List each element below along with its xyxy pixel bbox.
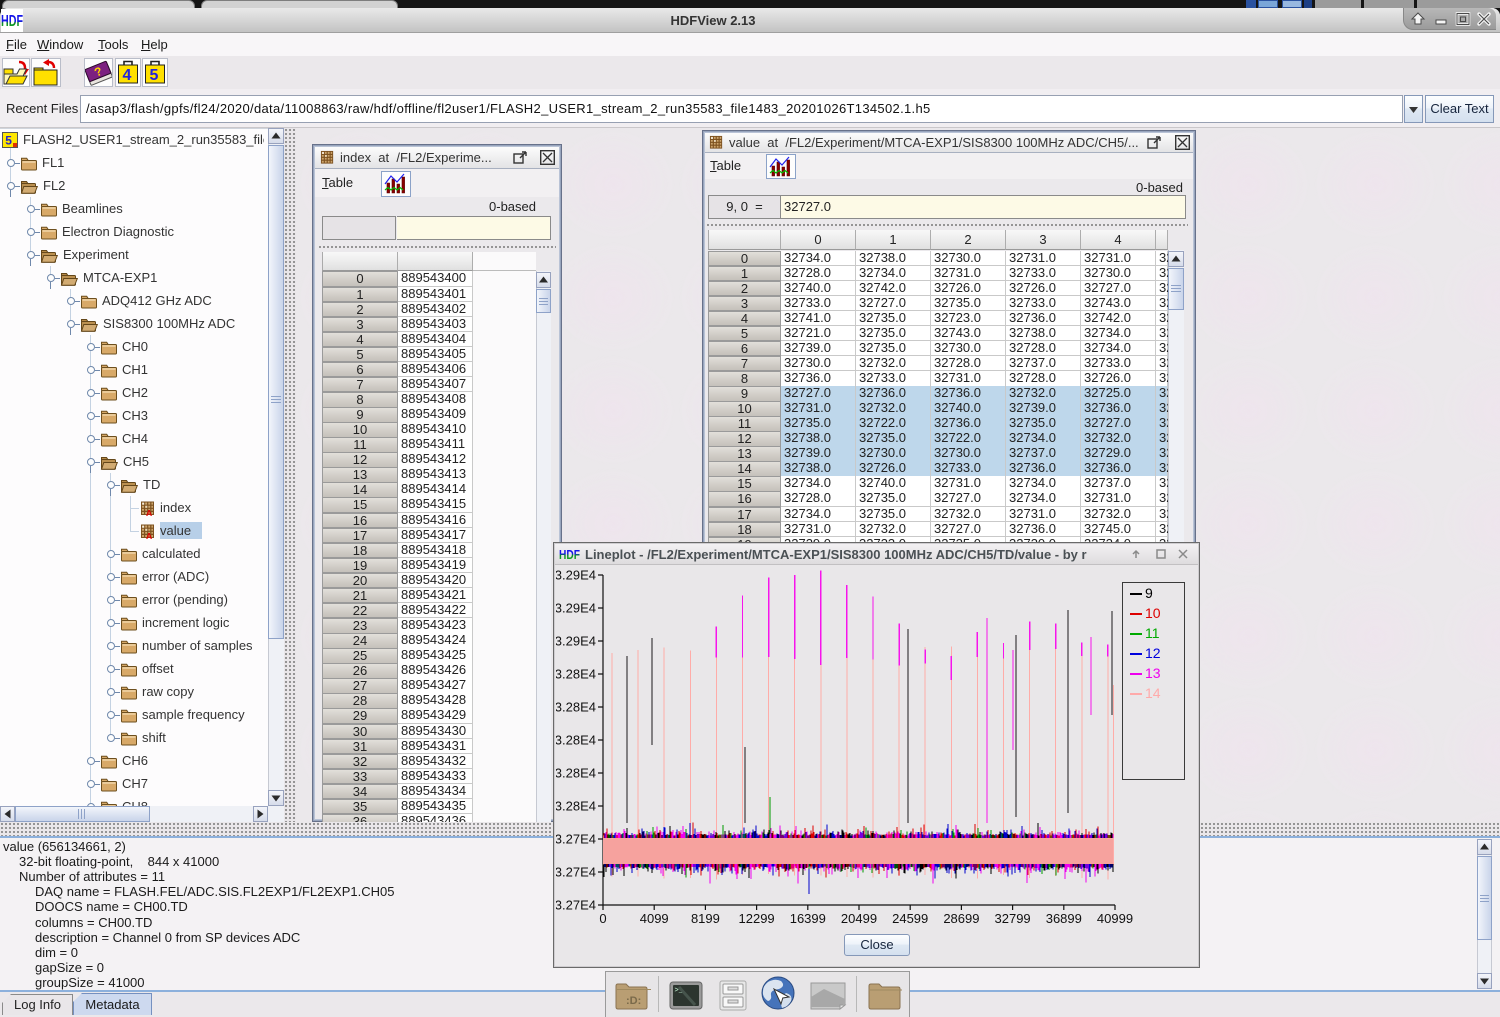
- svg-text:20499: 20499: [841, 911, 877, 926]
- svg-text:HDF: HDF: [559, 547, 580, 562]
- svg-text:3.28E4: 3.28E4: [556, 667, 596, 682]
- svg-text:3.29E4: 3.29E4: [556, 568, 596, 583]
- svg-text:3.27E4: 3.27E4: [556, 898, 596, 913]
- svg-text:3.29E4: 3.29E4: [556, 634, 596, 649]
- svg-text:16399: 16399: [790, 911, 826, 926]
- svg-text:3.29E4: 3.29E4: [556, 601, 596, 616]
- svg-text:3.28E4: 3.28E4: [556, 799, 596, 814]
- svg-text:3.28E4: 3.28E4: [556, 766, 596, 781]
- svg-text:4: 4: [123, 67, 132, 84]
- svg-text:A: A: [146, 531, 152, 539]
- svg-text:3.28E4: 3.28E4: [556, 733, 596, 748]
- svg-text:3.27E4: 3.27E4: [556, 865, 596, 880]
- svg-text:0: 0: [599, 911, 606, 926]
- svg-text:3.28E4: 3.28E4: [556, 700, 596, 715]
- svg-text::D:: :D:: [626, 995, 641, 1007]
- svg-text:5: 5: [150, 67, 159, 84]
- svg-text:12299: 12299: [739, 911, 775, 926]
- svg-text:36899: 36899: [1046, 911, 1082, 926]
- svg-text:28699: 28699: [943, 911, 979, 926]
- svg-text:24599: 24599: [892, 911, 928, 926]
- svg-text:A: A: [146, 508, 152, 516]
- svg-text:4099: 4099: [640, 911, 669, 926]
- svg-text:HDF: HDF: [1, 13, 23, 30]
- svg-text:5: 5: [5, 134, 12, 148]
- svg-text:40999: 40999: [1097, 911, 1133, 926]
- svg-text:8199: 8199: [691, 911, 720, 926]
- svg-text:32799: 32799: [995, 911, 1031, 926]
- svg-text:3.27E4: 3.27E4: [556, 832, 596, 847]
